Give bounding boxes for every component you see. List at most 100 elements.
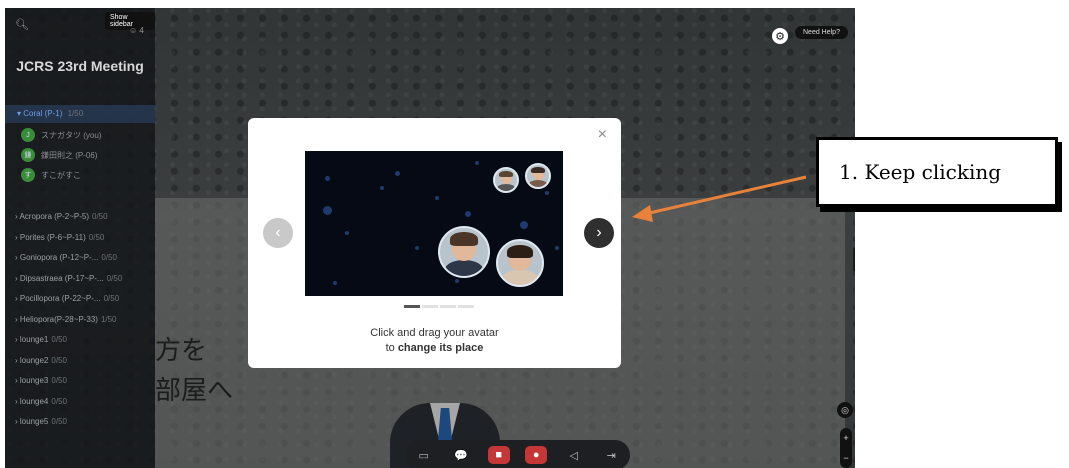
user-avatar-small-1[interactable] [493,167,519,193]
avatar: す [21,168,35,182]
event-title: JCRS 23rd Meeting [16,58,144,74]
room-capacity: 1/50 [67,109,84,118]
room-capacity: 0/50 [92,212,108,221]
space-dot [345,231,349,235]
space-dot [545,191,549,195]
space-dot [380,186,384,190]
avatar: J [21,128,35,142]
zoom-control[interactable]: + − [840,428,852,468]
sidebar: 🔍︎ Show sidebar ☺ 4 JCRS 23rd Meeting ▾ … [5,8,155,468]
caption-line-1: Click and drag your avatar [370,327,499,339]
space-dot [415,246,419,250]
sidebar-room-item[interactable]: › Heliopora(P-28~P-33) 1/50 [15,315,117,324]
sidebar-room-item[interactable]: › lounge2 0/50 [15,356,67,365]
previous-button[interactable]: ‹ [263,218,293,248]
room-capacity: 0/50 [88,232,105,242]
member-name: すこがすこ [41,170,81,180]
member-item[interactable]: 鎌鎌田則之 (P-06) [21,148,97,162]
room-label: lounge4 [19,396,49,406]
space-dot [465,211,471,217]
sidebar-room-item[interactable]: › lounge1 0/50 [15,335,67,344]
caption-line-2: to change its place [248,341,621,356]
room-label: Acropora (P-2~P-5) [19,212,90,221]
sidebar-room-item[interactable]: › Dipsastraea (P-17~P-... 0/50 [15,274,122,283]
next-button[interactable]: › [584,218,614,248]
avatar-hair [531,166,545,174]
space-dot [520,221,528,229]
recenter-button[interactable]: ◎ [837,402,853,418]
avatar-body [529,179,547,187]
room-label: lounge2 [19,355,49,365]
room-label: Porites (P-6~P-11) [19,232,86,242]
zoom-in-icon[interactable]: + [840,428,852,448]
space-dot [333,281,337,285]
user-avatar-large[interactable] [438,226,490,278]
annotation-callout: 1. Keep clicking [816,137,1058,207]
page-indicator [404,305,474,308]
recenter-icon: ◎ [841,404,849,415]
space-dot [555,246,559,250]
space-dot [435,196,439,200]
room-capacity: 1/50 [100,314,117,324]
avatar-hair [449,231,479,247]
settings-button[interactable]: ⚙ [772,28,788,44]
member-name: 鎌田則之 (P-06) [41,150,98,160]
zoom-out-icon[interactable]: − [840,448,852,468]
room-label: Heliopora(P-28~P-33) [19,314,98,324]
avatar-hair [506,244,534,258]
room-label: Coral (P-1) [23,109,63,118]
room-label: lounge3 [19,376,49,385]
room-label: Pocillopora (P-22~P-... [19,294,101,303]
app-screenshot: 方を 部屋へ P 🔍︎ Show sidebar ☺ 4 JCRS 23rd M… [5,8,855,468]
room-capacity: 0/50 [51,417,67,426]
caption-emphasis: change its place [397,342,484,354]
exit-icon[interactable]: ⇥ [600,446,622,464]
user-avatar-small-2[interactable] [525,163,551,189]
member-item[interactable]: すすこがすこ [21,168,81,182]
room-capacity: 0/50 [103,294,120,303]
space-dot [475,161,479,165]
room-label: Goniopora (P-12~P-... [19,253,99,262]
screen-share-icon[interactable]: ▭ [413,446,435,464]
users-count[interactable]: ☺ 4 [129,26,144,35]
mic-off-icon[interactable]: ● [525,446,548,464]
camera-off-icon[interactable]: ■ [487,446,510,464]
chat-icon[interactable]: 💬 [450,446,472,464]
room-label: Dipsastraea (P-17~P-... [19,273,104,283]
sidebar-room-item[interactable]: › lounge3 0/50 [15,376,67,385]
room-label: lounge1 [19,335,49,344]
page-dot[interactable] [458,305,474,308]
room-label: lounge5 [19,417,49,426]
sidebar-room-item[interactable]: › lounge4 0/50 [15,397,67,406]
page-dot[interactable] [404,305,420,308]
sidebar-room-item[interactable]: › lounge5 0/50 [15,417,67,426]
page-dot[interactable] [440,305,456,308]
sidebar-room-item[interactable]: › Goniopora (P-12~P-... 0/50 [15,253,117,262]
avatar-body [444,259,484,276]
member-item[interactable]: J スナガタツ (you) [21,128,101,142]
sidebar-room-item[interactable]: › Porites (P-6~P-11) 0/50 [15,233,104,242]
close-icon[interactable]: × [598,126,607,144]
sidebar-room-item[interactable]: › Acropora (P-2~P-5) 0/50 [15,212,108,221]
avatar-body [502,270,538,285]
page-dot[interactable] [422,305,438,308]
users-icon: ☺ [129,26,138,35]
chevron-down-icon: ▾ [17,109,22,118]
search-icon[interactable]: 🔍︎ [15,18,29,31]
avatar-hair [499,170,513,178]
sidebar-room-coral[interactable]: ▾ Coral (P-1) 1/50 [5,105,155,123]
room-capacity: 0/50 [101,253,117,262]
tutorial-illustration [305,151,563,296]
speaker-icon[interactable]: ◁ [563,446,585,464]
room-capacity: 0/50 [51,355,67,365]
space-dot [325,176,330,181]
user-avatar-woman[interactable] [496,239,544,287]
room-capacity: 0/50 [106,273,123,283]
member-name: スナガタツ (you) [41,130,102,140]
help-button[interactable]: Need Help? [795,26,848,39]
space-dot [395,171,400,176]
space-dot [323,206,332,215]
caption-prefix: to [385,342,398,354]
gear-icon: ⚙ [775,30,785,43]
sidebar-room-item[interactable]: › Pocillopora (P-22~P-... 0/50 [15,294,119,303]
